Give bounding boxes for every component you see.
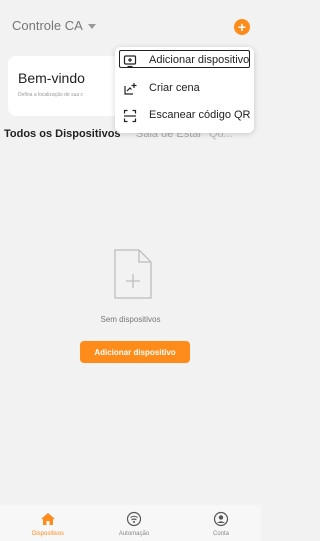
add-button[interactable]: + [234,19,250,35]
menu-item-add-device[interactable]: Adicionar dispositivo [115,50,254,72]
welcome-subtitle: Defina a localização de sua c [18,92,84,98]
nav-devices-label: Dispositivos [31,531,64,537]
home-selector[interactable]: Controle CA [12,18,96,33]
bottom-nav: Dispositivos Automação Conta [0,505,261,541]
account-icon [213,511,229,527]
add-device-button[interactable]: Adicionar dispositivo [80,341,190,363]
nav-devices[interactable]: Dispositivos [18,505,78,541]
empty-document-icon [114,249,152,299]
add-device-button-label: Adicionar dispositivo [94,347,176,357]
nav-automation[interactable]: Automação [104,505,164,541]
menu-item-label: Escanear código QR [149,109,251,121]
add-device-icon [123,55,137,68]
nav-account-label: Conta [212,531,229,537]
plus-icon: + [237,19,247,35]
home-icon [41,513,55,525]
scan-qr-icon [123,109,137,123]
empty-message: Sem dispositivos [100,315,161,324]
menu-item-create-scene[interactable]: Criar cena [115,78,254,100]
home-name: Controle CA [12,18,83,33]
caret-down-icon [87,23,96,29]
add-menu: Adicionar dispositivo Criar cena Escanea… [115,47,254,133]
create-scene-icon [124,83,137,95]
tab-all-devices[interactable]: Todos os Dispositivos [4,128,121,140]
automation-icon [126,511,142,527]
menu-item-label: Adicionar dispositivo [149,54,250,66]
menu-item-label: Criar cena [149,82,200,94]
welcome-title: Bem-vindo [18,70,85,86]
menu-item-scan-qr[interactable]: Escanear código QR [115,105,254,127]
nav-account[interactable]: Conta [191,505,251,541]
nav-automation-label: Automação [118,531,150,537]
header: Controle CA + [0,0,261,50]
